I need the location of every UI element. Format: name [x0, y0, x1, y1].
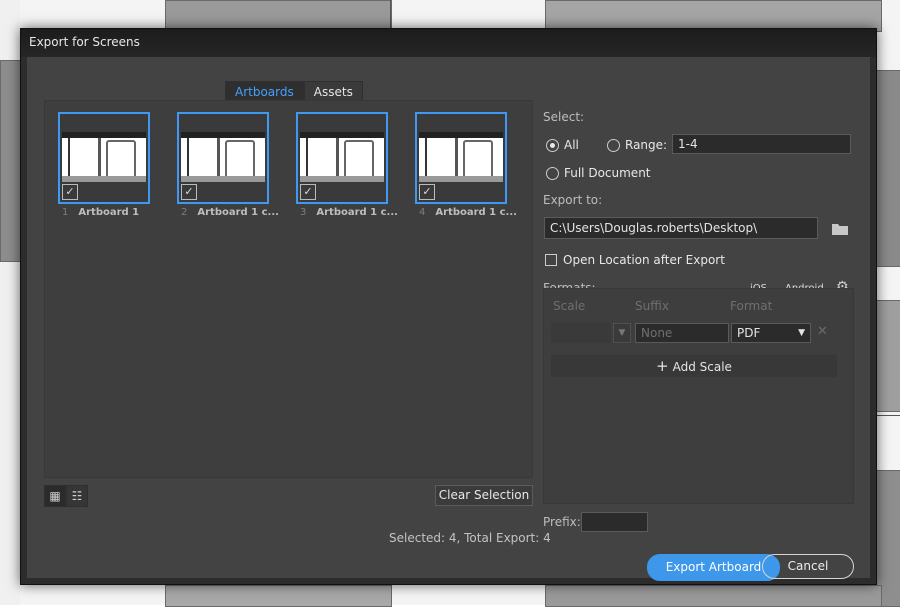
format-column-header: Format	[730, 299, 773, 313]
folder-icon[interactable]	[832, 223, 848, 235]
list-view-icon: ☷	[71, 489, 83, 503]
artboard-label-4: 4 Artboard 1 c...	[419, 207, 517, 218]
chevron-down-icon: ▼	[798, 328, 805, 338]
selection-status: Selected: 4, Total Export: 4	[389, 531, 551, 545]
artboard-label-2: 2 Artboard 1 c...	[181, 207, 279, 218]
artboard-thumbnail-3[interactable]: ✓	[296, 112, 388, 204]
radio-range[interactable]: Range:	[607, 138, 667, 152]
export-artboard-button[interactable]: Export Artboard	[647, 554, 780, 581]
checkmark-icon: ✓	[303, 185, 313, 198]
list-view-button[interactable]: ☷	[66, 485, 88, 507]
grid-view-button[interactable]: ▦	[44, 485, 66, 507]
format-select[interactable]: PDF ▼	[731, 323, 811, 343]
checkbox-empty-icon	[545, 254, 557, 266]
suffix-input[interactable]: None	[635, 323, 729, 343]
artboard-preview-image	[300, 132, 384, 182]
select-label: Select:	[543, 110, 585, 124]
scale-select	[551, 323, 611, 343]
artboard-checkbox-3[interactable]: ✓	[300, 184, 316, 200]
range-input[interactable]: 1-4	[672, 134, 851, 154]
cancel-button[interactable]: Cancel	[762, 554, 854, 579]
artboard-preview-image	[181, 132, 265, 182]
artboard-thumbnail-4[interactable]: ✓	[415, 112, 507, 204]
artboard-thumbnail-2[interactable]: ✓	[177, 112, 269, 204]
formats-panel: Scale Suffix Format ▼ None PDF ▼ ✕ + Add …	[543, 288, 854, 504]
scale-column-header: Scale	[553, 299, 586, 313]
radio-selected-icon	[546, 138, 559, 152]
dialog-titlebar[interactable]: Export for Screens	[21, 29, 876, 57]
prefix-input[interactable]	[581, 512, 648, 532]
artboard-thumbnail-1[interactable]: ✓	[58, 112, 150, 204]
add-scale-button[interactable]: + Add Scale	[551, 355, 837, 377]
radio-all[interactable]: All	[546, 138, 579, 152]
open-location-checkbox[interactable]: Open Location after Export	[545, 253, 725, 267]
dialog-title: Export for Screens	[29, 35, 140, 49]
dialog-tabs: Artboards Assets	[225, 81, 363, 103]
grid-view-icon: ▦	[49, 489, 61, 503]
checkmark-icon: ✓	[65, 185, 75, 198]
artboard-label-3: 3 Artboard 1 c...	[300, 207, 398, 218]
checkmark-icon: ✓	[422, 185, 432, 198]
view-mode-toggle: ▦ ☷	[44, 485, 88, 507]
artboard-checkbox-2[interactable]: ✓	[181, 184, 197, 200]
export-path-input[interactable]: C:\Users\Douglas.roberts\Desktop\	[544, 217, 818, 239]
radio-full-document[interactable]: Full Document	[546, 166, 651, 180]
artboard-preview-image	[62, 132, 146, 182]
prefix-label: Prefix:	[543, 515, 581, 529]
suffix-column-header: Suffix	[635, 299, 669, 313]
remove-scale-icon: ✕	[817, 324, 828, 339]
radio-unselected-icon	[607, 138, 620, 152]
artboards-panel: ✓ 1 Artboard 1 ✓ 2 Artboard 1 c... ✓ 3 A…	[44, 100, 533, 478]
artboard-checkbox-4[interactable]: ✓	[419, 184, 435, 200]
clear-selection-button[interactable]: Clear Selection	[435, 485, 533, 506]
artboard-label-1: 1 Artboard 1	[62, 207, 140, 218]
artboard-checkbox-1[interactable]: ✓	[62, 184, 78, 200]
artboard-preview-image	[419, 132, 503, 182]
radio-unselected-icon	[546, 166, 559, 180]
dialog-body: Artboards Assets ✓ 1 Artboard 1 ✓ 2 Artb…	[27, 57, 870, 581]
export-to-label: Export to:	[543, 193, 603, 207]
scale-dropdown-arrow-icon: ▼	[613, 323, 631, 343]
export-for-screens-dialog: Export for Screens Artboards Assets ✓ 1A…	[20, 28, 877, 585]
plus-icon: +	[656, 357, 669, 375]
checkmark-icon: ✓	[184, 185, 194, 198]
